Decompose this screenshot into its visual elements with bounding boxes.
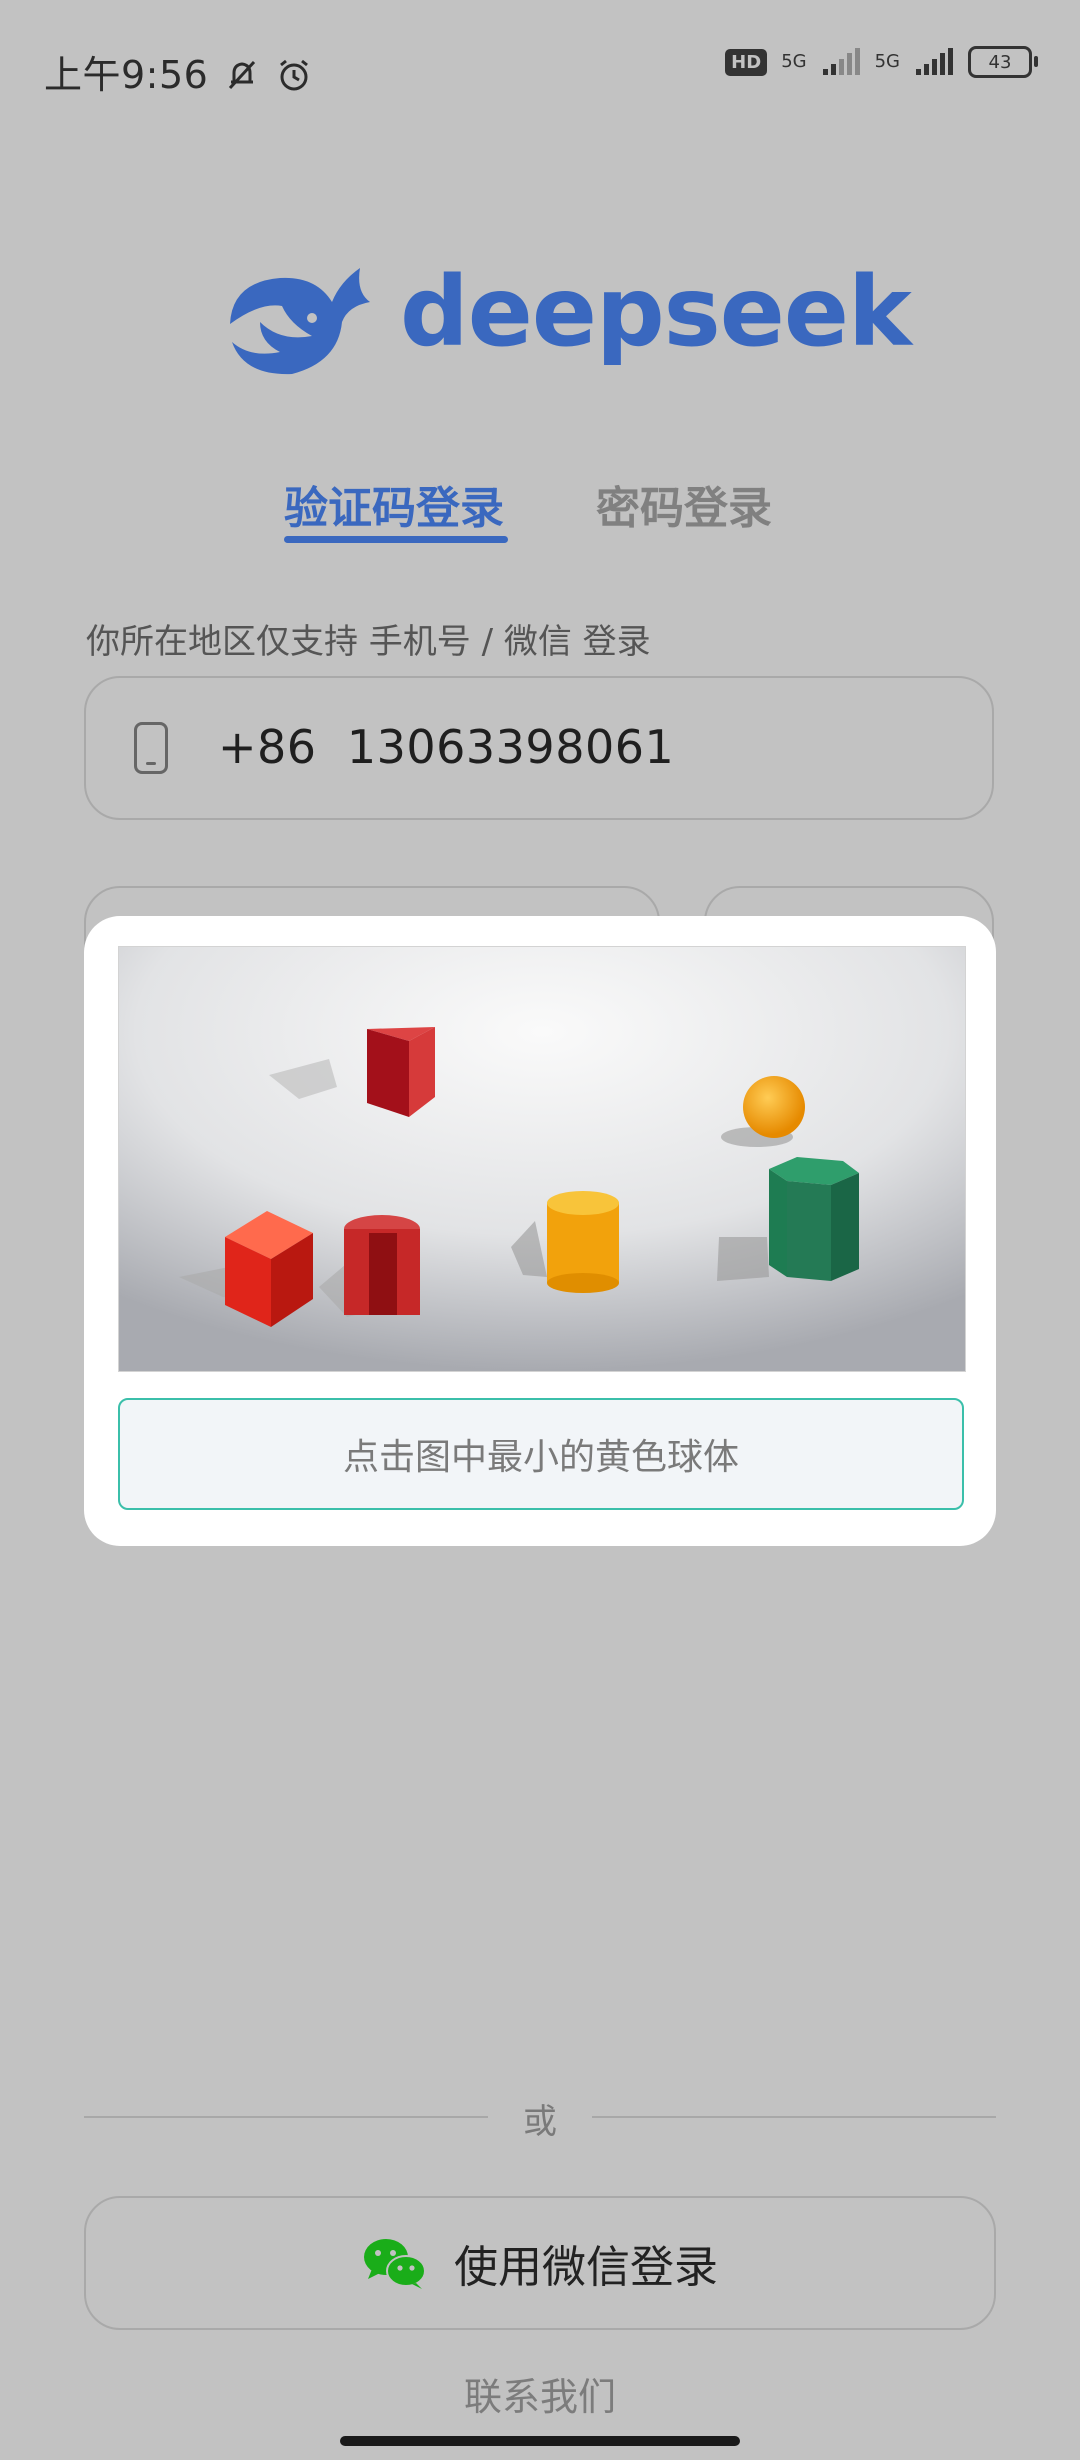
status-time: 上午9:56 (44, 44, 312, 99)
brand-name: deepseek (400, 256, 912, 368)
tab-sms-login[interactable]: 验证码登录 (284, 472, 504, 536)
signal-icon (822, 48, 860, 75)
phone-icon (134, 722, 168, 774)
status-right: HD 5G 5G 43 (725, 46, 1038, 78)
wechat-icon (364, 2239, 426, 2289)
captcha-hint: 点击图中最小的黄色球体 (118, 1398, 964, 1510)
region-note: 你所在地区仅支持 手机号 / 微信 登录 (86, 622, 651, 662)
phone-number: 13063398061 (346, 720, 675, 774)
signal-icon (916, 48, 953, 75)
captcha-image[interactable] (118, 946, 966, 1372)
contact-us-link[interactable]: 联系我们 (0, 2366, 1080, 2421)
battery-icon: 43 (968, 46, 1038, 78)
country-code[interactable]: +86 (218, 720, 317, 774)
alarm-icon (279, 59, 308, 91)
brand-logo: deepseek (220, 256, 912, 382)
home-indicator[interactable] (340, 2436, 740, 2446)
phone-value: +86 13063398061 (218, 720, 674, 774)
whale-icon (230, 268, 370, 375)
tab-password-login[interactable]: 密码登录 (596, 472, 772, 536)
wechat-login-button[interactable]: 使用微信登录 (84, 2196, 996, 2330)
mute-bell-icon (228, 60, 256, 90)
or-label: 或 (523, 2102, 557, 2142)
network-label-2: 5G (874, 51, 900, 72)
hd-badge: HD (725, 48, 768, 76)
wechat-login-label: 使用微信登录 (454, 2242, 718, 2293)
tab-active-indicator (284, 536, 508, 543)
network-label-1: 5G (781, 51, 807, 72)
